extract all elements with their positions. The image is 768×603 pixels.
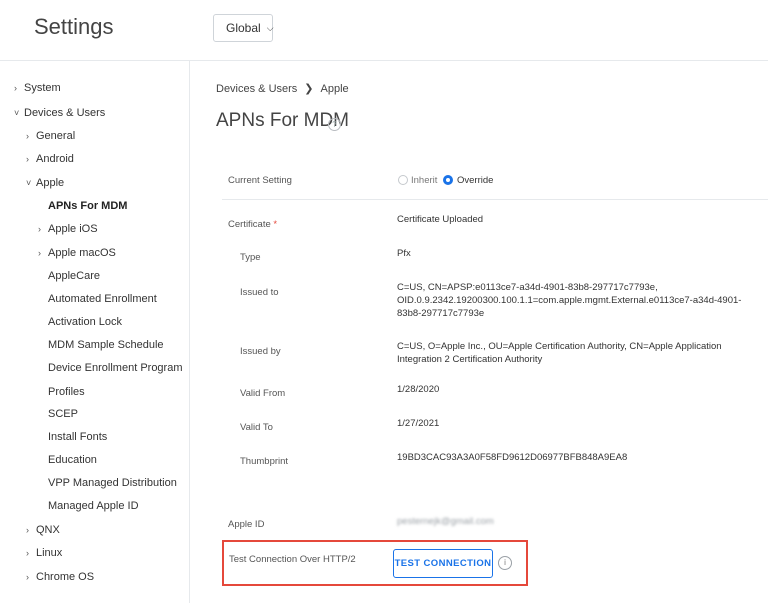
sidebar-item-label: Apple iOS (48, 223, 98, 235)
sidebar-item-label: Managed Apple ID (48, 500, 139, 512)
chevron-right-icon: › (38, 224, 41, 234)
sidebar-item-applecare[interactable]: AppleCare (48, 270, 100, 282)
sidebar-item-label: Device Enrollment Program (48, 362, 183, 374)
valid-from-label: Valid From (240, 388, 286, 399)
sidebar-item-label: Education (48, 454, 97, 466)
sidebar-item-profiles[interactable]: Profiles (48, 386, 85, 398)
sidebar-item-apple-macos[interactable]: › Apple macOS (38, 247, 116, 259)
valid-to-label: Valid To (240, 422, 273, 433)
sidebar-item-install-fonts[interactable]: Install Fonts (48, 431, 107, 443)
sidebar-divider (189, 61, 190, 603)
chevron-right-icon: › (26, 131, 29, 141)
chevron-down-icon: ˅ (14, 108, 20, 118)
sidebar-item-label: Profiles (48, 386, 85, 398)
help-icon[interactable]: ? (328, 118, 341, 131)
apple-id-value: pesternejk@gmail.com (397, 516, 494, 527)
info-icon[interactable]: i (498, 556, 512, 570)
sidebar-item-linux[interactable]: › Linux (26, 547, 62, 559)
sidebar-item-activation-lock[interactable]: Activation Lock (48, 316, 122, 328)
sidebar-item-mdm-sample-schedule[interactable]: MDM Sample Schedule (48, 339, 164, 351)
issued-to-label: Issued to (240, 287, 279, 298)
sidebar-item-label: Devices & Users (24, 107, 106, 119)
chevron-right-icon: › (26, 572, 29, 582)
sidebar-item-label: AppleCare (48, 270, 100, 282)
scope-select[interactable]: Global ⌵ (213, 14, 274, 42)
chevron-down-icon: ˅ (26, 178, 32, 188)
sidebar-item-apple-ios[interactable]: › Apple iOS (38, 223, 98, 235)
breadcrumb-parent[interactable]: Devices & Users (216, 83, 297, 95)
sidebar-item-label: Apple macOS (48, 247, 116, 259)
type-label: Type (240, 252, 261, 263)
sidebar-item-label: APNs For MDM (48, 200, 128, 212)
sidebar-item-label: Install Fonts (48, 431, 108, 443)
sidebar-item-label: SCEP (48, 408, 78, 420)
thumbprint-label: Thumbprint (240, 456, 289, 467)
test-connection-label: Test Connection Over HTTP/2 (229, 554, 356, 565)
override-radio-label[interactable]: Override (457, 175, 493, 186)
issued-to-value: C=US, CN=APSP:e0113ce7-a34d-4901-83b8-29… (397, 282, 742, 319)
apple-id-label: Apple ID (228, 519, 265, 530)
sidebar-item-android[interactable]: › Android (26, 153, 74, 165)
sidebar-item-apns-for-mdm[interactable]: APNs For MDM (48, 200, 127, 212)
required-marker: * (273, 219, 278, 230)
sidebar-item-label: Automated Enrollment (48, 293, 157, 305)
sidebar-item-qnx[interactable]: › QNX (26, 524, 60, 536)
sidebar-item-managed-apple-id[interactable]: Managed Apple ID (48, 500, 139, 512)
test-connection-button[interactable]: TEST CONNECTION (393, 549, 493, 578)
certificate-status: Certificate Uploaded (397, 214, 484, 225)
scope-select-value: Global (226, 21, 261, 35)
issued-by-value: C=US, O=Apple Inc., OU=Apple Certificati… (397, 341, 722, 365)
page-header-title: Settings (34, 14, 114, 39)
sidebar-item-label: Apple (36, 177, 65, 189)
type-value: Pfx (397, 248, 411, 259)
sidebar-item-devices-users[interactable]: ˅ Devices & Users (14, 107, 105, 119)
sidebar-item-education[interactable]: Education (48, 454, 97, 466)
valid-from-value: 1/28/2020 (397, 384, 440, 395)
inherit-radio[interactable] (398, 175, 408, 185)
override-radio[interactable] (443, 175, 453, 185)
certificate-label-text: Certificate (228, 219, 271, 230)
sidebar-item-label: MDM Sample Schedule (48, 339, 164, 351)
chevron-right-icon: › (26, 525, 29, 535)
sidebar-item-label: General (36, 130, 76, 142)
sidebar-item-label: Linux (36, 547, 63, 559)
sidebar-item-automated-enrollment[interactable]: Automated Enrollment (48, 293, 157, 305)
chevron-right-icon: › (26, 154, 29, 164)
chevron-right-icon: › (38, 248, 41, 258)
chevron-right-icon: › (26, 548, 29, 558)
sidebar-item-label: VPP Managed Distribution (48, 477, 177, 489)
breadcrumb: Devices & Users ❯ Apple (216, 82, 349, 95)
sidebar-item-label: System (24, 82, 61, 94)
sidebar-item-general[interactable]: › General (26, 130, 75, 142)
sidebar-item-vpp-managed-distribution[interactable]: VPP Managed Distribution (48, 477, 177, 489)
inherit-radio-label[interactable]: Inherit (411, 175, 437, 186)
breadcrumb-separator-icon: ❯ (304, 83, 314, 95)
sidebar-item-device-enrollment-program[interactable]: Device Enrollment Program (48, 362, 183, 374)
header-divider (0, 60, 768, 61)
section-divider (222, 199, 768, 200)
sidebar-item-scep[interactable]: SCEP (48, 408, 78, 420)
chevron-down-icon: ⌵ (266, 22, 274, 33)
breadcrumb-current[interactable]: Apple (321, 83, 349, 95)
sidebar-item-label: Activation Lock (48, 316, 122, 328)
valid-to-value: 1/27/2021 (397, 418, 440, 429)
sidebar-item-label: QNX (36, 524, 60, 536)
certificate-label: Certificate * (228, 219, 277, 230)
sidebar-item-chrome-os[interactable]: › Chrome OS (26, 571, 94, 583)
sidebar-item-label: Android (36, 153, 74, 165)
current-setting-label: Current Setting (228, 175, 292, 186)
sidebar-item-apple[interactable]: ˅ Apple (26, 177, 64, 189)
chevron-right-icon: › (14, 83, 17, 93)
thumbprint-value: 19BD3CAC93A3A0F58FD9612D06977BFB848A9EA8 (397, 452, 628, 463)
sidebar-item-system[interactable]: › System (14, 82, 61, 94)
sidebar-item-label: Chrome OS (36, 571, 95, 583)
issued-by-label: Issued by (240, 346, 281, 357)
